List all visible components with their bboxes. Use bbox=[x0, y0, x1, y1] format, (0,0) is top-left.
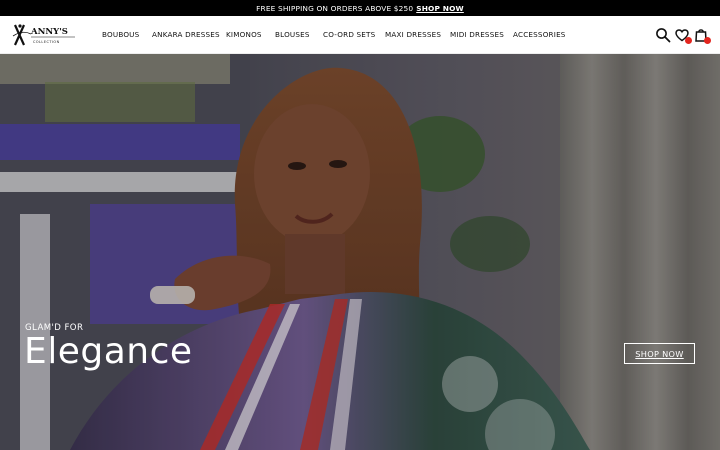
hero-banner: GLAM'D FOR Elegance SHOP NOW bbox=[0, 54, 720, 450]
nav-item-kimonos[interactable]: KIMONOS bbox=[226, 30, 262, 39]
announcement-shop-now-link[interactable]: SHOP NOW bbox=[416, 4, 464, 13]
nav-item-boubous[interactable]: BOUBOUS bbox=[102, 30, 139, 39]
cart-badge bbox=[704, 37, 711, 44]
nav-item-co-ord-sets[interactable]: CO-ORD SETS bbox=[323, 30, 375, 39]
hero-image bbox=[0, 54, 720, 450]
shopping-bag-icon[interactable] bbox=[693, 27, 711, 44]
hero-title: Elegance bbox=[24, 331, 193, 372]
nav-item-blouses[interactable]: BLOUSES bbox=[275, 30, 310, 39]
nav-item-ankara-dresses[interactable]: ANKARA DRESSES bbox=[152, 30, 220, 39]
nav-item-maxi-dresses[interactable]: MAXI DRESSES bbox=[385, 30, 441, 39]
search-icon[interactable] bbox=[655, 27, 671, 43]
nav-item-accessories[interactable]: ACCESSORIES bbox=[513, 30, 566, 39]
nav-item-midi-dresses[interactable]: MIDI DRESSES bbox=[450, 30, 504, 39]
announcement-bar: FREE SHIPPING ON ORDERS ABOVE $250 SHOP … bbox=[0, 0, 720, 16]
shop-now-button[interactable]: SHOP NOW bbox=[624, 343, 695, 364]
heart-icon[interactable] bbox=[674, 27, 692, 44]
announcement-text: FREE SHIPPING ON ORDERS ABOVE $250 bbox=[256, 3, 414, 13]
wishlist-badge bbox=[685, 37, 692, 44]
site-header: ANNY'S COLLECTION BOUBOUS ANKARA DRESSES… bbox=[0, 16, 720, 54]
main-nav: BOUBOUS ANKARA DRESSES KIMONOS BLOUSES C… bbox=[0, 16, 720, 54]
header-icons bbox=[630, 16, 720, 54]
